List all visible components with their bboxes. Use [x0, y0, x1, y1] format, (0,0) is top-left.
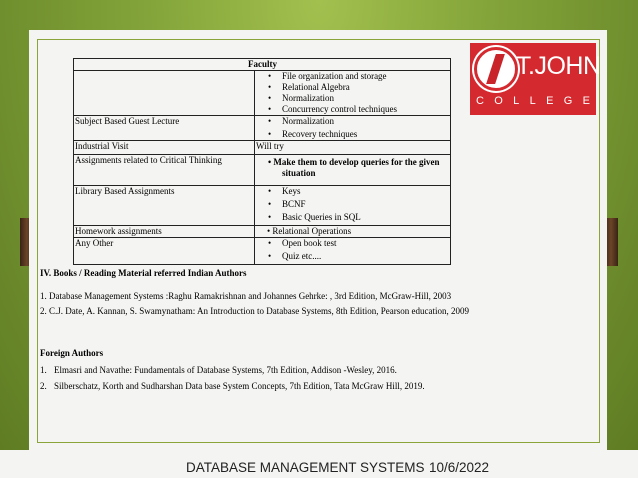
indian-book-2: 2. C.J. Date, A. Kannan, S. Swamynatham:… [40, 306, 469, 316]
table-row: Assignments related to Critical Thinking… [73, 154, 451, 186]
book-text: Elmasri and Navathe: Fundamentals of Dat… [54, 365, 397, 375]
table-row: Library Based Assignments Keys BCNF Basi… [73, 185, 451, 226]
logo-letter: L [513, 95, 522, 107]
table-row: Subject Based Guest Lecture Normalizatio… [73, 115, 451, 141]
list-item: Normalization [256, 93, 450, 104]
book-text: Silberschatz, Korth and Sudharshan Data … [54, 381, 425, 391]
row-content: Will try [254, 140, 451, 155]
footer-date: 10/6/2022 [429, 460, 490, 475]
table-row: Industrial Visit Will try [73, 140, 451, 155]
row-content: Keys BCNF Basic Queries in SQL [254, 185, 451, 226]
list-item: File organization and storage [256, 71, 450, 82]
row-label: Homework assignments [73, 225, 255, 238]
table-header: Faculty [73, 58, 451, 71]
activities-table: Faculty File organization and storage Re… [73, 58, 451, 265]
table-row: File organization and storage Relational… [73, 70, 451, 116]
table-row: Homework assignments • Relational Operat… [73, 225, 451, 238]
list-item: Keys [256, 186, 450, 197]
row-label: Library Based Assignments [73, 185, 255, 226]
logo-letter: E [582, 95, 592, 107]
row-content: Open book test Quiz etc.... [254, 237, 451, 265]
logo-letter: O [494, 95, 505, 107]
logo-college-word: C O L L E G E [476, 95, 592, 107]
row-content: File organization and storage Relational… [254, 70, 451, 116]
footer-title: DATABASE MANAGEMENT SYSTEMS [186, 460, 425, 475]
row-label: Industrial Visit [73, 140, 255, 155]
list-item: Relational Algebra [256, 82, 450, 93]
list-item: Open book test [256, 238, 450, 249]
logo-name: T.JOHN [516, 52, 601, 80]
row-content: • Make them to develop queries for the g… [254, 154, 451, 186]
list-item: BCNF [256, 199, 450, 210]
foreign-book-1: 1. Elmasri and Navathe: Fundamentals of … [40, 365, 397, 376]
row-label: Any Other [73, 237, 255, 265]
book-number: 1. [40, 365, 47, 375]
logo-letter: C [476, 95, 486, 107]
list-item: Basic Queries in SQL [256, 212, 450, 223]
foreign-authors-heading: Foreign Authors [40, 348, 104, 358]
row-content: • Relational Operations [254, 225, 451, 238]
bold-bullet: • Make them to develop queries for the g… [268, 157, 440, 167]
table-row: Any Other Open book test Quiz etc.... [73, 237, 451, 265]
table-header-row: Faculty [73, 58, 451, 71]
list-item: Recovery techniques [256, 129, 450, 140]
row-label: Assignments related to Critical Thinking [73, 154, 255, 186]
row-label: Subject Based Guest Lecture [73, 115, 255, 141]
book-number: 2. [40, 381, 47, 391]
row-label [73, 70, 255, 116]
logo-emblem-icon [474, 47, 518, 91]
list-item: Concurrency control techniques [256, 104, 450, 115]
bold-bullet-cont: situation [282, 168, 316, 178]
logo-letter: G [563, 95, 575, 107]
college-logo: T.JOHN C O L L E G E [470, 43, 601, 115]
books-heading: IV. Books / Reading Material referred In… [40, 268, 247, 278]
foreign-book-2: 2. Silberschatz, Korth and Sudharshan Da… [40, 381, 425, 392]
list-item: Normalization [256, 116, 450, 127]
list-item: Quiz etc.... [256, 251, 450, 262]
indian-book-1: 1. Database Management Systems :Raghu Ra… [40, 291, 452, 301]
logo-letter: L [529, 95, 538, 107]
logo-letter: E [546, 95, 556, 107]
row-content: Normalization Recovery techniques [254, 115, 451, 141]
